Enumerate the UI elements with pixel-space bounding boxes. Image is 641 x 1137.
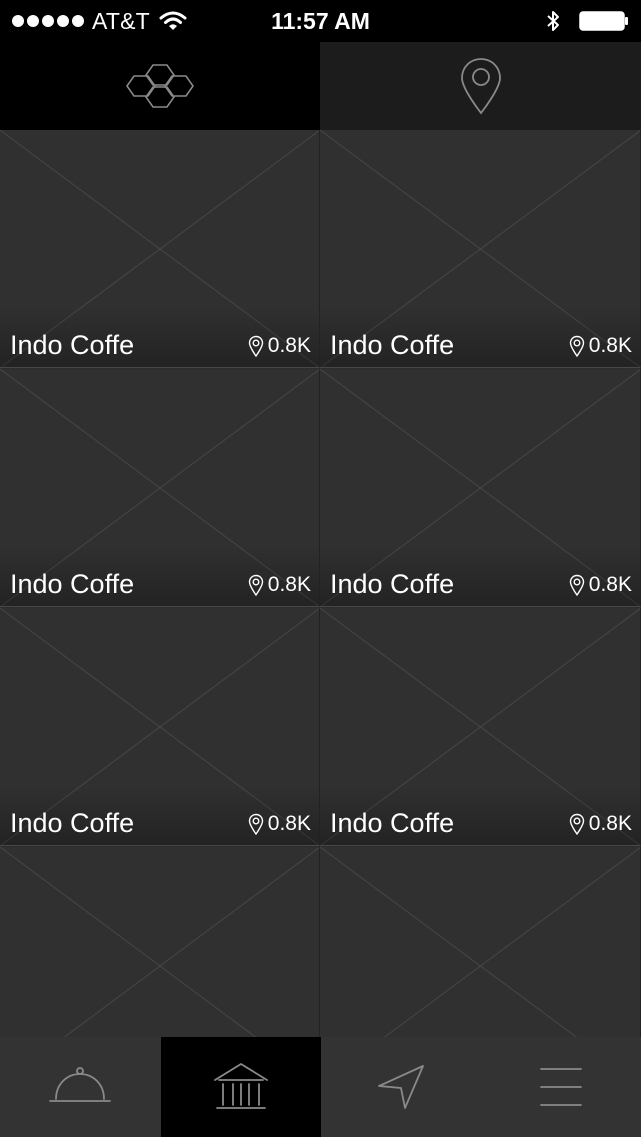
place-name: Indo Coffe: [10, 330, 135, 360]
status-bar: AT&T 11:57 AM: [0, 0, 641, 42]
bluetooth-icon: [547, 11, 559, 31]
distance-value: 0.8K: [267, 334, 311, 357]
tab-grid-view[interactable]: [0, 42, 320, 130]
cloche-icon: [49, 1067, 111, 1102]
distance-value: 0.8K: [588, 334, 632, 357]
navigation-arrow-icon: [378, 1065, 424, 1109]
location-pin-icon: [248, 574, 263, 596]
place-distance: 0.8K: [248, 812, 311, 836]
bottom-tab-bar: [0, 1037, 641, 1137]
location-pin-icon: [569, 574, 584, 596]
map-pin-icon: [460, 58, 501, 115]
place-distance: 0.8K: [569, 812, 632, 836]
place-name: Indo Coffe: [330, 330, 455, 360]
distance-value: 0.8K: [588, 573, 632, 596]
location-pin-icon: [248, 813, 263, 835]
place-card[interactable]: Indo Coffe 0.8K: [320, 369, 641, 607]
image-placeholder: [320, 847, 640, 1037]
place-card[interactable]: Indo Coffe 0.8K: [0, 130, 320, 368]
place-card[interactable]: Indo Coffe 0.8K: [320, 608, 641, 846]
place-name: Indo Coffe: [10, 569, 135, 599]
place-name: Indo Coffe: [330, 808, 455, 838]
location-pin-icon: [248, 335, 263, 357]
place-card[interactable]: [320, 847, 641, 1037]
place-distance: 0.8K: [569, 573, 632, 597]
hexagon-grid-icon: [126, 64, 194, 108]
menu-icon: [540, 1068, 582, 1106]
tab-food[interactable]: [0, 1037, 160, 1137]
tab-places[interactable]: [161, 1037, 321, 1137]
places-grid: Indo Coffe 0.8K Indo Coffe 0.8K Indo Cof…: [0, 130, 641, 1037]
status-right: [545, 8, 629, 34]
place-distance: 0.8K: [569, 334, 632, 358]
battery-icon: [579, 11, 628, 31]
place-card[interactable]: Indo Coffe 0.8K: [0, 369, 320, 607]
distance-value: 0.8K: [267, 573, 311, 596]
location-pin-icon: [569, 813, 584, 835]
place-name: Indo Coffe: [330, 569, 455, 599]
tab-map-view[interactable]: [320, 42, 641, 130]
location-pin-icon: [569, 335, 584, 357]
place-card[interactable]: Indo Coffe 0.8K: [0, 608, 320, 846]
place-distance: 0.8K: [248, 334, 311, 358]
image-placeholder: [0, 847, 319, 1037]
view-switcher: [0, 42, 641, 130]
tab-navigate[interactable]: [321, 1037, 481, 1137]
tab-menu[interactable]: [481, 1037, 641, 1137]
bank-icon: [214, 1063, 268, 1109]
distance-value: 0.8K: [588, 812, 632, 835]
place-name: Indo Coffe: [10, 808, 135, 838]
place-distance: 0.8K: [248, 573, 311, 597]
place-card[interactable]: Indo Coffe 0.8K: [320, 130, 641, 368]
distance-value: 0.8K: [267, 812, 311, 835]
place-card[interactable]: [0, 847, 320, 1037]
